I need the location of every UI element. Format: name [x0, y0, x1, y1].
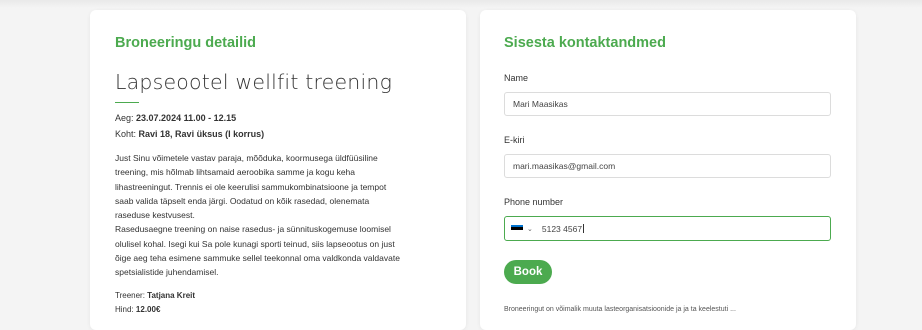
description-line: Rasedusaegne treening on naise rasedus- … — [115, 224, 391, 235]
booking-section-title: Broneeringu detailid — [115, 35, 256, 51]
name-input[interactable] — [504, 92, 831, 116]
email-input[interactable] — [504, 154, 831, 178]
place-label: Koht: — [115, 129, 137, 139]
description-line: olulisel kohal. Isegi kui Sa pole kunagi… — [115, 238, 395, 249]
place-row: Koht: Ravi 18, Ravi üksus (I korrus) — [115, 126, 441, 142]
description-line: raseduse kestvusest. — [115, 210, 195, 221]
description-line: Just Sinu võimetele vastav paraja, mõõdu… — [115, 153, 378, 163]
estonia-flag-icon[interactable] — [511, 224, 523, 233]
description-line: lihastreeningut. Trennis ei ole keerulis… — [115, 181, 387, 192]
trainer-value: Tatjana Kreit — [147, 290, 196, 300]
title-divider — [115, 102, 139, 103]
trainer-row: Treener: Tatjana Kreit — [115, 289, 441, 302]
place-value: Ravi 18, Ravi üksus (I korrus) — [138, 129, 265, 139]
phone-label: Phone number — [504, 197, 564, 207]
description-line: õige aeg teha esimene sammuke sellel tee… — [115, 253, 400, 264]
book-button[interactable]: Book — [504, 260, 552, 284]
description-line: treening, mis hõlmab lihtsamaid aeroobik… — [115, 167, 356, 178]
event-title: Lapseootel wellfit treening — [115, 70, 393, 94]
description-line: saab valida täpselt enda järgi. Oodatud … — [115, 195, 370, 206]
description-line: spetsialistide juhendamisel. — [115, 267, 219, 278]
price-row: Hind: 12.00€ — [115, 303, 441, 316]
name-label: Name — [504, 73, 529, 83]
chevron-down-icon[interactable]: ⌄ — [527, 225, 533, 233]
email-label: E-kiri — [504, 135, 525, 145]
phone-input[interactable]: ⌄ 5123 4567 — [504, 216, 831, 241]
price-label: Hind: — [115, 304, 134, 314]
event-description: Just Sinu võimetele vastav paraja, mõõdu… — [115, 151, 441, 280]
booking-details-card: Broneeringu detailid Lapseootel wellfit … — [90, 10, 466, 330]
time-row: Aeg: 23.07.2024 11.00 - 12.15 — [115, 110, 441, 126]
contact-section-title: Sisesta kontaktandmed — [504, 35, 666, 51]
phone-value: 5123 4567 — [541, 223, 583, 234]
text-caret — [583, 224, 585, 233]
time-value: 23.07.2024 11.00 - 12.15 — [136, 113, 237, 123]
contact-card: Sisesta kontaktandmed Name E-kiri Phone … — [480, 10, 856, 330]
top-bar — [0, 0, 922, 8]
trainer-label: Treener: — [115, 290, 145, 300]
time-label: Aeg: — [115, 113, 134, 123]
price-value: 12.00€ — [135, 304, 161, 314]
